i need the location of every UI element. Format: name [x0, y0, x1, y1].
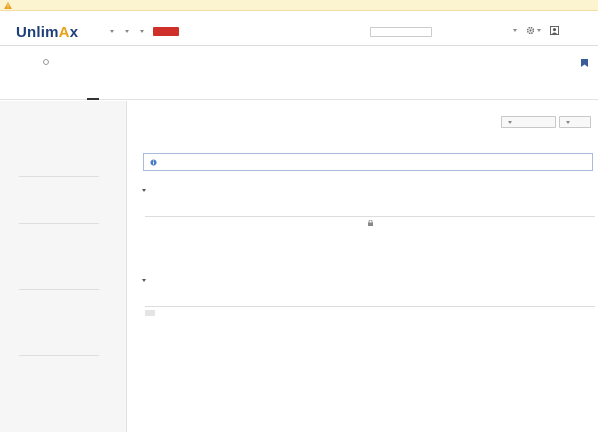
- sidebar-item[interactable]: [19, 324, 33, 331]
- column-header[interactable]: [484, 205, 512, 217]
- column-header[interactable]: [145, 295, 288, 307]
- sidebar-item[interactable]: [19, 257, 33, 264]
- sidebar-item[interactable]: [19, 310, 33, 317]
- tab-5[interactable]: [110, 82, 122, 100]
- top-right-menu: [511, 26, 561, 35]
- sidebar-group-1: [19, 125, 35, 131]
- sidebar-group-3: [19, 230, 35, 236]
- sidebar-group-5: [19, 364, 35, 370]
- project-link[interactable]: [43, 58, 82, 65]
- project-title: [19, 56, 33, 67]
- chevron-down-icon: [513, 29, 517, 32]
- table-row: [145, 216, 595, 228]
- chevron-down-icon: [537, 29, 541, 32]
- tab-4[interactable]: [87, 82, 99, 100]
- nav-menu-3[interactable]: [138, 28, 144, 36]
- sidebar-item[interactable]: [19, 244, 33, 251]
- count-cell: [484, 306, 512, 319]
- tab-1[interactable]: [18, 82, 30, 100]
- count-cell: [484, 216, 512, 228]
- chevron-down-icon: [142, 189, 146, 192]
- project-header: [0, 47, 598, 75]
- info-message: [143, 153, 593, 171]
- project-tabs: [0, 82, 598, 100]
- tab-2[interactable]: [41, 82, 53, 100]
- sidebar-item[interactable]: [19, 138, 33, 145]
- create-button[interactable]: [153, 27, 179, 36]
- page-actions: [501, 116, 598, 128]
- column-header[interactable]: [368, 205, 484, 217]
- sidebar-item[interactable]: [19, 339, 33, 346]
- sidebar-item[interactable]: [19, 407, 33, 414]
- date-cell: [288, 306, 368, 319]
- sidebar-item[interactable]: [19, 379, 33, 386]
- divider: [19, 289, 99, 290]
- secondary-action-button[interactable]: [559, 116, 591, 128]
- section-toggle-2[interactable]: [142, 277, 162, 284]
- column-header[interactable]: [145, 205, 288, 217]
- chevron-down-icon: [125, 30, 129, 33]
- pin-icon[interactable]: [581, 59, 588, 67]
- column-header[interactable]: [288, 295, 368, 307]
- column-header[interactable]: [512, 205, 595, 217]
- sidebar-item[interactable]: [19, 270, 33, 277]
- column-header[interactable]: [368, 295, 484, 307]
- item-name-cell: [145, 216, 288, 228]
- top-nav: [108, 27, 179, 36]
- divider: [19, 355, 99, 356]
- tab-3[interactable]: [64, 82, 76, 100]
- section-toggle-1[interactable]: [142, 187, 162, 194]
- chevron-down-icon: [110, 30, 114, 33]
- top-header: UnlimAx: [0, 11, 598, 46]
- date-cell: [288, 216, 368, 228]
- chevron-down-icon: [142, 279, 146, 282]
- sidebar-item[interactable]: [19, 162, 33, 169]
- table-row: [145, 306, 595, 319]
- sidebar-item[interactable]: [19, 393, 33, 400]
- sidebar-group-2: [19, 183, 35, 189]
- link-cell: [368, 216, 484, 228]
- divider: [19, 223, 99, 224]
- settings-menu[interactable]: [526, 26, 541, 35]
- help-menu[interactable]: [511, 29, 517, 32]
- column-header[interactable]: [484, 295, 512, 307]
- sidebar-item-active[interactable]: [0, 194, 127, 206]
- sidebar-item[interactable]: [19, 209, 33, 216]
- sidebar: [0, 101, 127, 432]
- search-input[interactable]: [370, 27, 432, 37]
- chevron-down-icon: [140, 30, 144, 33]
- warning-icon: [4, 1, 12, 9]
- link-cell: [368, 306, 484, 319]
- app-logo[interactable]: UnlimAx: [16, 24, 78, 41]
- table-header-row: [145, 205, 595, 217]
- sidebar-item[interactable]: [19, 150, 33, 157]
- chevron-down-icon: [508, 120, 512, 124]
- info-icon: [150, 158, 157, 166]
- sidebar-group-4: [19, 296, 35, 302]
- lock-icon: [368, 219, 373, 226]
- divider: [19, 176, 99, 177]
- page-title: [146, 118, 164, 128]
- table-header-row: [145, 295, 595, 307]
- link-icon: [43, 58, 49, 65]
- operations-cell: [512, 306, 595, 319]
- primary-action-button[interactable]: [501, 116, 556, 128]
- gear-icon: [526, 26, 535, 35]
- operations-cell: [512, 216, 595, 228]
- warning-banner: [0, 0, 598, 11]
- column-header[interactable]: [512, 295, 595, 307]
- chevron-down-icon: [566, 120, 570, 124]
- status-badge: [145, 309, 155, 316]
- nav-menu-2[interactable]: [123, 28, 129, 36]
- user-menu[interactable]: [550, 26, 561, 35]
- main-content: [128, 101, 598, 432]
- item-name-cell: [145, 306, 288, 319]
- table-1: [145, 205, 595, 228]
- column-header[interactable]: [288, 205, 368, 217]
- nav-menu-1[interactable]: [108, 28, 114, 36]
- table-2: [145, 295, 595, 319]
- avatar-icon: [550, 26, 559, 35]
